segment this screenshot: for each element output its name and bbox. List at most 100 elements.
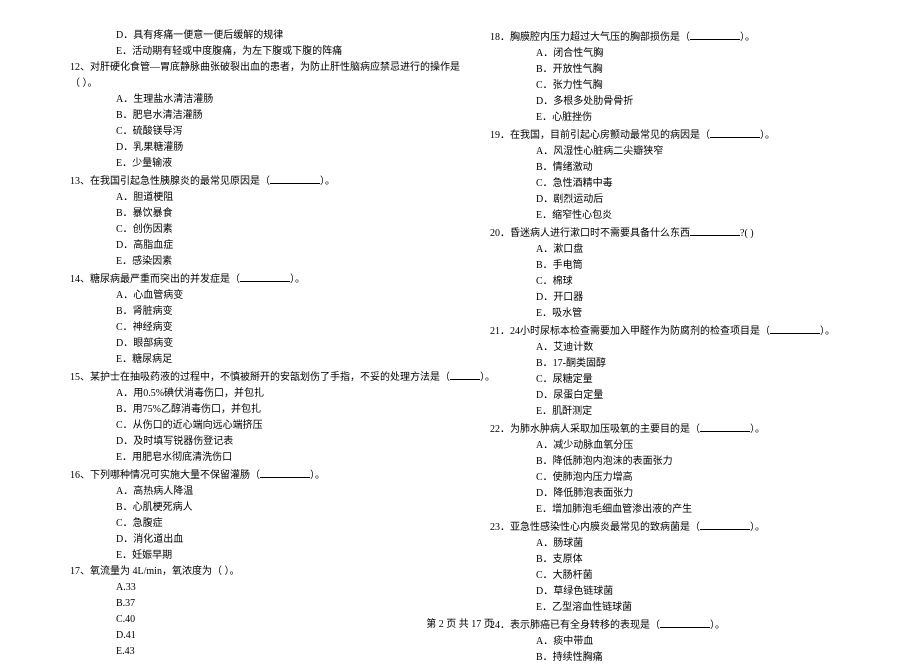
option: C．神经病变 — [60, 320, 440, 336]
stem-tail: ）。 — [310, 470, 325, 481]
option: E．心脏挫伤 — [480, 110, 860, 126]
answer-blank[interactable] — [710, 126, 760, 138]
option: E．用肥皂水彻底清洗伤口 — [60, 450, 440, 466]
option: C．硫酸镁导泻 — [60, 124, 440, 140]
option: B．心肌梗死病人 — [60, 500, 440, 516]
option: E．乙型溶血性链球菌 — [480, 600, 860, 616]
option: C．张力性气胸 — [480, 78, 860, 94]
question-22: 22．为肺水肿病人采取加压吸氧的主要目的是（ ）。 — [480, 420, 860, 438]
question-23: 23．亚急性感染性心内膜炎最常见的致病菌是（ ）。 — [480, 518, 860, 536]
answer-blank[interactable] — [260, 466, 310, 478]
option: B．17-酮类固醇 — [480, 356, 860, 372]
stem-tail: ）。 — [320, 176, 335, 187]
option: A．痰中带血 — [480, 634, 860, 650]
option: C．创伤因素 — [60, 222, 440, 238]
stem-text: 23．亚急性感染性心内膜炎最常见的致病菌是（ — [490, 522, 700, 533]
option: A．高热病人降温 — [60, 484, 440, 500]
option: D．高脂血症 — [60, 238, 440, 254]
option: E．增加肺泡毛细血管渗出液的产生 — [480, 502, 860, 518]
option: B．情绪激动 — [480, 160, 860, 176]
option: A．胆道梗阻 — [60, 190, 440, 206]
option: C．急性酒精中毒 — [480, 176, 860, 192]
stem-text: 16、下列哪种情况可实施大量不保留灌肠（ — [70, 470, 260, 481]
option: E．糖尿病足 — [60, 352, 440, 368]
option: D．降低肺泡表面张力 — [480, 486, 860, 502]
stem-tail: ）。 — [820, 326, 835, 337]
stem-text: 14、糖尿病最严重而突出的并发症是（ — [70, 274, 240, 285]
stem-text: 19．在我国，目前引起心房颤动最常见的病因是（ — [490, 130, 710, 141]
question-13: 13、在我国引起急性胰腺炎的最常见原因是（ ）。 — [60, 172, 440, 190]
option: B．肾脏病变 — [60, 304, 440, 320]
answer-blank[interactable] — [770, 322, 820, 334]
option: A．漱口盘 — [480, 242, 860, 258]
answer-blank[interactable] — [690, 28, 740, 40]
stem-text: 18．胸膜腔内压力超过大气压的胸部损伤是（ — [490, 32, 690, 43]
stem-text: 21．24小时尿标本检查需要加入甲醛作为防腐剂的检查项目是（ — [490, 326, 770, 337]
option: B．手电筒 — [480, 258, 860, 274]
option: B．降低肺泡内泡沫的表面张力 — [480, 454, 860, 470]
option: A.33 — [60, 580, 440, 596]
option: A．肠球菌 — [480, 536, 860, 552]
option: B.37 — [60, 596, 440, 612]
stem-tail: ?( ) — [740, 228, 754, 239]
option: A．用0.5%碘伏消毒伤口，并包扎 — [60, 386, 440, 402]
stem-tail: ）。 — [740, 32, 755, 43]
option: C．使肺泡内压力增高 — [480, 470, 860, 486]
question-12-cont: （ ）。 — [60, 76, 440, 92]
option: A．生理盐水清洁灌肠 — [60, 92, 440, 108]
page-footer: 第 2 页 共 17 页 — [0, 615, 920, 630]
stem-text: 20．昏迷病人进行漱口时不需要具备什么东西 — [490, 228, 690, 239]
stem-text: 15、某护士在抽吸药液的过程中，不慎被掰开的安瓿划伤了手指，不妥的处理方法是（ — [70, 372, 450, 383]
answer-blank[interactable] — [450, 368, 480, 380]
option: C．尿糖定量 — [480, 372, 860, 388]
option: E．少量输液 — [60, 156, 440, 172]
question-14: 14、糖尿病最严重而突出的并发症是（ ）。 — [60, 270, 440, 288]
option: D.41 — [60, 628, 440, 644]
option: A．艾迪计数 — [480, 340, 860, 356]
stem-text: 22．为肺水肿病人采取加压吸氧的主要目的是（ — [490, 424, 700, 435]
option: D．具有疼痛一便意一便后缓解的规律 — [60, 28, 440, 44]
question-17: 17、氧流量为 4L/min，氧浓度为（ ）。 — [60, 564, 440, 580]
option: D．多根多处肋骨骨折 — [480, 94, 860, 110]
question-16: 16、下列哪种情况可实施大量不保留灌肠（ ）。 — [60, 466, 440, 484]
stem-tail: ）。 — [290, 274, 305, 285]
question-19: 19．在我国，目前引起心房颤动最常见的病因是（）。 — [480, 126, 860, 144]
option: E.43 — [60, 644, 440, 660]
option: D．及时填写锐器伤登记表 — [60, 434, 440, 450]
option: C．急腹症 — [60, 516, 440, 532]
option: D．乳果糖灌肠 — [60, 140, 440, 156]
answer-blank[interactable] — [700, 518, 750, 530]
option: D．剧烈运动后 — [480, 192, 860, 208]
option: C．从伤口的近心端向远心端挤压 — [60, 418, 440, 434]
option: D．开口器 — [480, 290, 860, 306]
option: C．棉球 — [480, 274, 860, 290]
option: A．闭合性气胸 — [480, 46, 860, 62]
option: A．风湿性心脏病二尖瓣狭窄 — [480, 144, 860, 160]
option: D．草绿色链球菌 — [480, 584, 860, 600]
option: B．暴饮暴食 — [60, 206, 440, 222]
answer-blank[interactable] — [700, 420, 750, 432]
option: E．吸水管 — [480, 306, 860, 322]
option: B．用75%乙醇消毒伤口，并包扎 — [60, 402, 440, 418]
option: B．肥皂水清洁灌肠 — [60, 108, 440, 124]
option: D．眼部病变 — [60, 336, 440, 352]
stem-text: 13、在我国引起急性胰腺炎的最常见原因是（ — [70, 176, 270, 187]
option: A．减少动脉血氧分压 — [480, 438, 860, 454]
option: B．持续性胸痛 — [480, 650, 860, 666]
option: D．尿蛋白定量 — [480, 388, 860, 404]
right-column: 18．胸膜腔内压力超过大气压的胸部损伤是（）。 A．闭合性气胸 B．开放性气胸 … — [480, 28, 860, 666]
option: A．心血管病变 — [60, 288, 440, 304]
option: E．肌酐测定 — [480, 404, 860, 420]
question-15: 15、某护士在抽吸药液的过程中，不慎被掰开的安瓿划伤了手指，不妥的处理方法是（）… — [60, 368, 440, 386]
answer-blank[interactable] — [240, 270, 290, 282]
option: E．缩窄性心包炎 — [480, 208, 860, 224]
answer-blank[interactable] — [690, 224, 740, 236]
option: E．妊娠早期 — [60, 548, 440, 564]
stem-tail: ）。 — [750, 424, 765, 435]
answer-blank[interactable] — [270, 172, 320, 184]
question-21: 21．24小时尿标本检查需要加入甲醛作为防腐剂的检查项目是（ ）。 — [480, 322, 860, 340]
option: E．感染因素 — [60, 254, 440, 270]
stem-tail: ）。 — [750, 522, 765, 533]
question-20: 20．昏迷病人进行漱口时不需要具备什么东西 ?( ) — [480, 224, 860, 242]
option: E．活动期有轻或中度腹痛，为左下腹或下腹的阵痛 — [60, 44, 440, 60]
